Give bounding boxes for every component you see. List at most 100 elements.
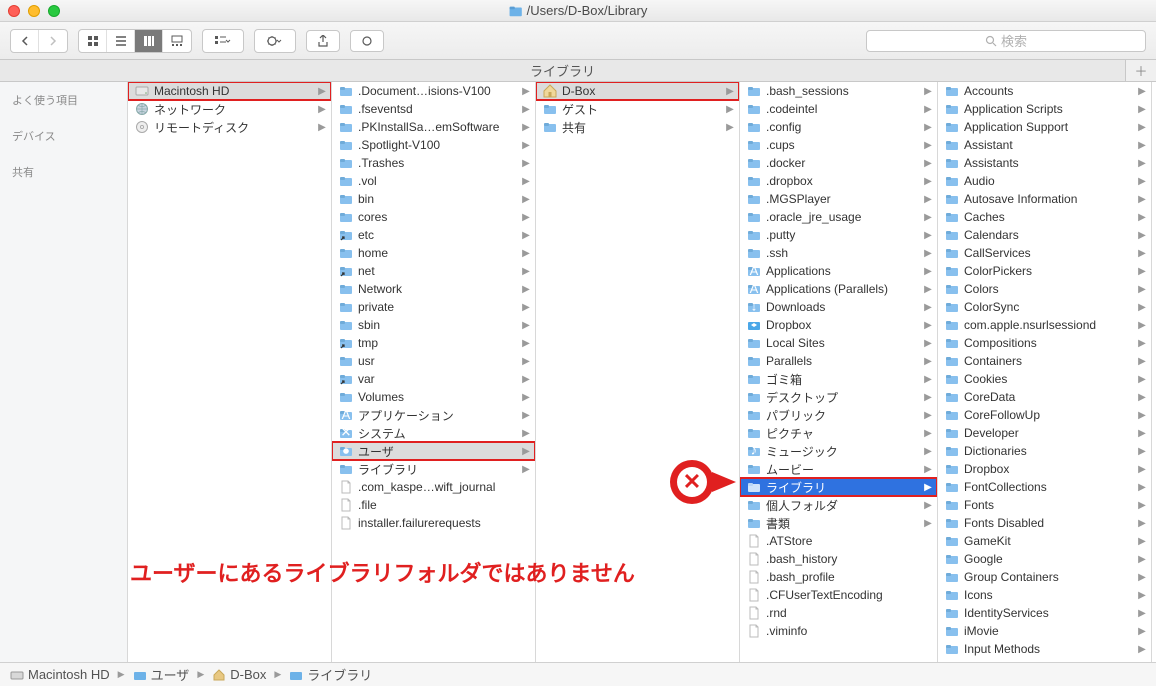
list-item[interactable]: ピクチャ▶ <box>740 424 937 442</box>
list-item[interactable]: Calendars▶ <box>938 226 1151 244</box>
tags-button[interactable] <box>350 30 384 52</box>
list-item[interactable]: Volumes▶ <box>332 388 535 406</box>
list-item[interactable]: tmp▶ <box>332 334 535 352</box>
list-item[interactable]: Colors▶ <box>938 280 1151 298</box>
list-item[interactable]: home▶ <box>332 244 535 262</box>
list-item[interactable]: Cookies▶ <box>938 370 1151 388</box>
list-item[interactable]: Assistants▶ <box>938 154 1151 172</box>
list-item[interactable]: com.apple.nsurlsessiond▶ <box>938 316 1151 334</box>
list-item[interactable]: .Spotlight-V100▶ <box>332 136 535 154</box>
list-item[interactable]: .file <box>332 496 535 514</box>
list-item[interactable]: sbin▶ <box>332 316 535 334</box>
list-item[interactable]: .cups▶ <box>740 136 937 154</box>
list-item[interactable]: ゲスト▶ <box>536 100 739 118</box>
list-item[interactable]: CoreFollowUp▶ <box>938 406 1151 424</box>
list-item[interactable]: Fonts Disabled▶ <box>938 514 1151 532</box>
list-item[interactable]: パブリック▶ <box>740 406 937 424</box>
list-item[interactable]: Assistant▶ <box>938 136 1151 154</box>
new-tab-button[interactable]: ＋ <box>1126 60 1156 81</box>
list-item[interactable]: 書類▶ <box>740 514 937 532</box>
list-item[interactable]: .Document…isions-V100▶ <box>332 82 535 100</box>
list-item[interactable]: usr▶ <box>332 352 535 370</box>
list-item[interactable]: D-Box▶ <box>536 82 739 100</box>
list-item[interactable]: .PKInstallSa…emSoftware▶ <box>332 118 535 136</box>
list-item[interactable]: .docker▶ <box>740 154 937 172</box>
list-item[interactable]: Application Scripts▶ <box>938 100 1151 118</box>
list-item[interactable]: .viminfo <box>740 622 937 640</box>
list-item[interactable]: ↓Downloads▶ <box>740 298 937 316</box>
list-item[interactable]: AApplications▶ <box>740 262 937 280</box>
list-item[interactable]: .bash_history <box>740 550 937 568</box>
list-item[interactable]: Dictionaries▶ <box>938 442 1151 460</box>
list-item[interactable]: var▶ <box>332 370 535 388</box>
back-button[interactable] <box>11 30 39 52</box>
share-button[interactable] <box>306 30 340 52</box>
list-item[interactable]: Input Methods▶ <box>938 640 1151 658</box>
list-item[interactable]: Network▶ <box>332 280 535 298</box>
list-item[interactable]: .vol▶ <box>332 172 535 190</box>
list-item[interactable]: cores▶ <box>332 208 535 226</box>
list-item[interactable]: etc▶ <box>332 226 535 244</box>
list-item[interactable]: .oracle_jre_usage▶ <box>740 208 937 226</box>
list-item[interactable]: Compositions▶ <box>938 334 1151 352</box>
list-item[interactable]: IdentityServices▶ <box>938 604 1151 622</box>
list-item[interactable]: ライブラリ▶ <box>332 460 535 478</box>
list-item[interactable]: ネットワーク▶ <box>128 100 331 118</box>
list-item[interactable]: net▶ <box>332 262 535 280</box>
list-item[interactable]: ♪ミュージック▶ <box>740 442 937 460</box>
list-view-button[interactable] <box>107 30 135 52</box>
list-item[interactable]: .rnd <box>740 604 937 622</box>
list-item[interactable]: Audio▶ <box>938 172 1151 190</box>
zoom-window[interactable] <box>48 5 60 17</box>
column-3[interactable]: .bash_sessions▶.codeintel▶.config▶.cups▶… <box>740 82 938 662</box>
list-item[interactable]: .codeintel▶ <box>740 100 937 118</box>
icon-view-button[interactable] <box>79 30 107 52</box>
list-item[interactable]: ムービー▶ <box>740 460 937 478</box>
search-field[interactable]: 検索 <box>866 30 1146 52</box>
list-item[interactable]: ColorPickers▶ <box>938 262 1151 280</box>
list-item[interactable]: Dropbox▶ <box>938 460 1151 478</box>
list-item[interactable]: Containers▶ <box>938 352 1151 370</box>
action-button[interactable] <box>255 30 295 52</box>
list-item[interactable]: installer.failurerequests <box>332 514 535 532</box>
list-item[interactable]: .putty▶ <box>740 226 937 244</box>
list-item[interactable]: .bash_profile <box>740 568 937 586</box>
list-item[interactable]: Parallels▶ <box>740 352 937 370</box>
list-item[interactable]: Application Support▶ <box>938 118 1151 136</box>
list-item[interactable]: .MGSPlayer▶ <box>740 190 937 208</box>
list-item[interactable]: Aアプリケーション▶ <box>332 406 535 424</box>
list-item[interactable]: Macintosh HD▶ <box>128 82 331 100</box>
list-item[interactable]: CoreData▶ <box>938 388 1151 406</box>
forward-button[interactable] <box>39 30 67 52</box>
list-item[interactable]: Dropbox▶ <box>740 316 937 334</box>
list-item[interactable]: Google▶ <box>938 550 1151 568</box>
path-seg-2[interactable]: D-Box <box>230 667 266 682</box>
list-item[interactable]: Caches▶ <box>938 208 1151 226</box>
list-item[interactable]: Fonts▶ <box>938 496 1151 514</box>
list-item[interactable]: ColorSync▶ <box>938 298 1151 316</box>
list-item[interactable]: FontCollections▶ <box>938 478 1151 496</box>
tab-library[interactable]: ライブラリ <box>0 60 1126 81</box>
list-item[interactable]: Developer▶ <box>938 424 1151 442</box>
list-item[interactable]: .ssh▶ <box>740 244 937 262</box>
list-item[interactable]: .dropbox▶ <box>740 172 937 190</box>
list-item[interactable]: private▶ <box>332 298 535 316</box>
list-item[interactable]: CallServices▶ <box>938 244 1151 262</box>
list-item[interactable]: Accounts▶ <box>938 82 1151 100</box>
list-item[interactable]: 共有▶ <box>536 118 739 136</box>
minimize-window[interactable] <box>28 5 40 17</box>
list-item[interactable]: .config▶ <box>740 118 937 136</box>
path-seg-3[interactable]: ライブラリ <box>307 665 372 684</box>
list-item[interactable]: ライブラリ▶ <box>740 478 937 496</box>
column-4[interactable]: Accounts▶Application Scripts▶Application… <box>938 82 1152 662</box>
list-item[interactable]: iMovie▶ <box>938 622 1151 640</box>
list-item[interactable]: Icons▶ <box>938 586 1151 604</box>
list-item[interactable]: 個人フォルダ▶ <box>740 496 937 514</box>
list-item[interactable]: .com_kaspe…wift_journal <box>332 478 535 496</box>
list-item[interactable]: .fseventsd▶ <box>332 100 535 118</box>
list-item[interactable]: ✕システム▶ <box>332 424 535 442</box>
gallery-view-button[interactable] <box>163 30 191 52</box>
column-view-button[interactable] <box>135 30 163 52</box>
path-seg-0[interactable]: Macintosh HD <box>28 667 110 682</box>
close-window[interactable] <box>8 5 20 17</box>
